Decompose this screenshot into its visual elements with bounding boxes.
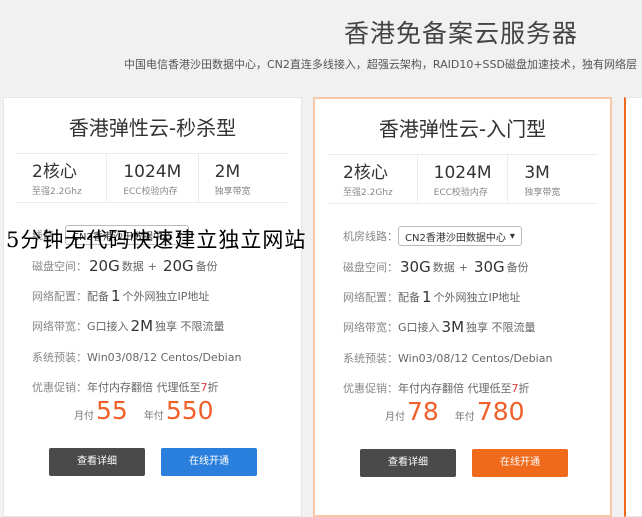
spec-cpu: 2核心 至强2.2Ghz bbox=[16, 154, 106, 202]
spec-cpu-value: 2核心 bbox=[32, 162, 77, 182]
plan-card-flash: 香港弹性云-秒杀型 2核心 至强2.2Ghz 1024M ECC校验内存 2M … bbox=[3, 97, 302, 517]
yearly-label: 年付 bbox=[143, 411, 164, 422]
line-select-value: CN2香港沙田数据中心 bbox=[405, 232, 506, 244]
monthly-label: 月付 bbox=[385, 412, 405, 423]
spec-bandwidth: 2M 独享带宽 bbox=[197, 154, 289, 202]
spec-bandwidth-value: 3M bbox=[524, 163, 550, 183]
spec-strip: 2核心 至强2.2Ghz 1024M ECC校验内存 3M 独享带宽 bbox=[327, 154, 598, 204]
disk-backup: 30G bbox=[473, 258, 505, 276]
disk-backup: 20G bbox=[162, 257, 194, 275]
promo-pre: 年付内存翻倍 代理低至 bbox=[398, 382, 512, 395]
network-num: 1 bbox=[111, 287, 121, 305]
spec-ram: 1024M ECC校验内存 bbox=[416, 155, 508, 203]
spec-bandwidth-sub: 独享带宽 bbox=[214, 187, 251, 197]
spec-bandwidth: 3M 独享带宽 bbox=[507, 155, 598, 203]
buy-online-button[interactable]: 在线开通 bbox=[161, 448, 257, 476]
spec-ram-value: 1024M bbox=[123, 162, 182, 182]
disk-row: 磁盘空间： 30G 数据 + 30G 备份 bbox=[343, 258, 529, 276]
promo-post: 折 bbox=[518, 382, 530, 395]
disk-data-unit: 数据 bbox=[121, 260, 144, 273]
network-label: 网络配置： bbox=[343, 291, 398, 304]
monthly-label: 月付 bbox=[74, 411, 94, 422]
yearly-label: 年付 bbox=[454, 412, 475, 423]
promo-pre: 年付内存翻倍 代理低至 bbox=[87, 381, 201, 394]
bandwidth-pre: G口接入 bbox=[398, 321, 440, 334]
price-row: 月付 55 年付 550 bbox=[74, 396, 228, 425]
plan-title: 香港弹性云-秒杀型 bbox=[68, 116, 237, 140]
page-subtitle: 中国电信香港沙田数据中心，CN2直连多线接入，超强云架构，RAID10+SSD磁… bbox=[124, 58, 637, 71]
spec-bandwidth-sub: 独享带宽 bbox=[524, 188, 561, 198]
disk-backup-unit: 备份 bbox=[195, 260, 218, 273]
os-value: Win03/08/12 Centos/Debian bbox=[398, 351, 553, 365]
promo-label: 优惠促销： bbox=[343, 382, 398, 395]
line-select[interactable]: CN2香港沙田数据中心 ▾ bbox=[398, 226, 522, 246]
network-pre: 配备 bbox=[87, 290, 109, 303]
bandwidth-post: 独享 不限流量 bbox=[155, 320, 225, 333]
line-label: 机房线路： bbox=[343, 230, 398, 243]
chevron-down-icon: ▾ bbox=[509, 230, 515, 242]
bandwidth-row: 网络带宽： G口接入 3M 独享 不限流量 bbox=[343, 318, 536, 336]
monthly-price: 55 bbox=[96, 396, 128, 425]
disk-plus: + bbox=[458, 260, 468, 274]
overlay-caption: 5分钟无代码快速建立独立网站 bbox=[6, 228, 307, 252]
promo-post: 折 bbox=[207, 381, 219, 394]
disk-data: 20G bbox=[89, 257, 120, 275]
bandwidth-label: 网络带宽： bbox=[343, 321, 398, 334]
spec-ram: 1024M ECC校验内存 bbox=[106, 154, 197, 202]
spec-cpu: 2核心 至强2.2Ghz bbox=[327, 155, 417, 203]
os-row: 系统预装： Win03/08/12 Centos/Debian bbox=[343, 350, 552, 366]
os-row: 系统预装： Win03/08/12 Centos/Debian bbox=[32, 349, 241, 365]
network-pre: 配备 bbox=[398, 291, 420, 304]
network-label: 网络配置： bbox=[32, 290, 87, 303]
os-value: Win03/08/12 Centos/Debian bbox=[87, 350, 242, 364]
price-row: 月付 78 年付 780 bbox=[385, 397, 539, 426]
bandwidth-num: 3M bbox=[441, 318, 465, 336]
bandwidth-label: 网络带宽： bbox=[32, 320, 87, 333]
plan-card-partial bbox=[624, 97, 642, 517]
spec-cpu-sub: 至强2.2Ghz bbox=[32, 187, 82, 197]
network-row: 网络配置： 配备 1 个外网独立IP地址 bbox=[32, 287, 209, 305]
bandwidth-post: 独享 不限流量 bbox=[466, 321, 536, 334]
view-details-button[interactable]: 查看详细 bbox=[360, 449, 456, 477]
yearly-price: 780 bbox=[476, 397, 525, 426]
disk-row: 磁盘空间： 20G 数据 + 20G 备份 bbox=[32, 257, 218, 275]
network-num: 1 bbox=[422, 288, 432, 306]
spec-ram-sub: ECC校验内存 bbox=[123, 187, 178, 197]
promo-num: 7 bbox=[511, 381, 519, 395]
plan-title: 香港弹性云-入门型 bbox=[378, 117, 547, 141]
spec-ram-value: 1024M bbox=[433, 163, 492, 183]
os-label: 系统预装： bbox=[343, 352, 398, 365]
disk-plus: + bbox=[147, 259, 157, 273]
promo-num: 7 bbox=[200, 380, 208, 394]
buy-online-button[interactable]: 在线开通 bbox=[472, 449, 568, 477]
spec-cpu-sub: 至强2.2Ghz bbox=[343, 188, 393, 198]
yearly-price: 550 bbox=[165, 396, 214, 425]
promo-label: 优惠促销： bbox=[32, 381, 87, 394]
bandwidth-num: 2M bbox=[130, 317, 154, 335]
disk-data: 30G bbox=[400, 258, 431, 276]
spec-ram-sub: ECC校验内存 bbox=[433, 188, 488, 198]
view-details-button[interactable]: 查看详细 bbox=[49, 448, 145, 476]
spec-strip: 2核心 至强2.2Ghz 1024M ECC校验内存 2M 独享带宽 bbox=[16, 153, 289, 203]
disk-backup-unit: 备份 bbox=[506, 261, 529, 274]
plan-card-entry: 香港弹性云-入门型 2核心 至强2.2Ghz 1024M ECC校验内存 3M … bbox=[313, 97, 612, 517]
network-row: 网络配置： 配备 1 个外网独立IP地址 bbox=[343, 288, 520, 306]
spec-bandwidth-value: 2M bbox=[214, 162, 241, 182]
monthly-price: 78 bbox=[407, 397, 439, 426]
spec-cpu-value: 2核心 bbox=[343, 163, 388, 183]
promo-row: 优惠促销： 年付内存翻倍 代理低至 7 折 bbox=[343, 380, 530, 396]
promo-row: 优惠促销： 年付内存翻倍 代理低至 7 折 bbox=[32, 379, 219, 395]
disk-data-unit: 数据 bbox=[432, 261, 455, 274]
network-post: 个外网独立IP地址 bbox=[122, 290, 210, 303]
network-post: 个外网独立IP地址 bbox=[433, 291, 521, 304]
os-label: 系统预装： bbox=[32, 351, 87, 364]
disk-label: 磁盘空间： bbox=[32, 260, 87, 273]
line-row: 机房线路： CN2香港沙田数据中心 ▾ bbox=[343, 226, 522, 246]
disk-label: 磁盘空间： bbox=[343, 261, 398, 274]
bandwidth-row: 网络带宽： G口接入 2M 独享 不限流量 bbox=[32, 317, 225, 335]
page-title: 香港免备案云服务器 bbox=[343, 19, 578, 48]
bandwidth-pre: G口接入 bbox=[87, 320, 129, 333]
